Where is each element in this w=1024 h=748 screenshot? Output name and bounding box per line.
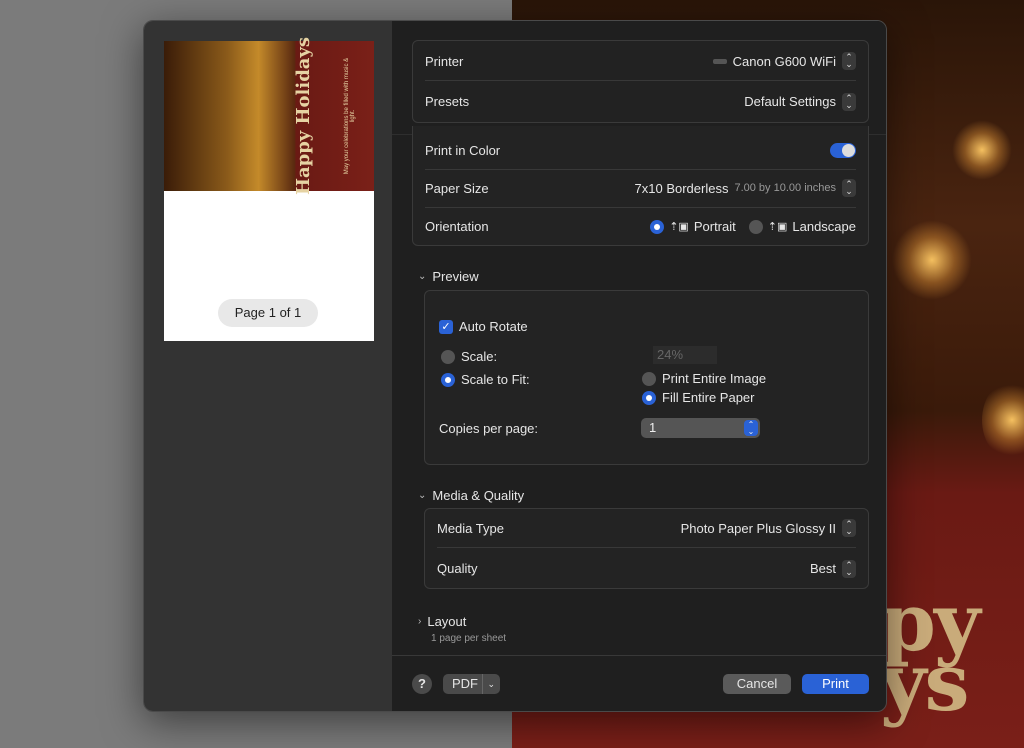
page-indicator: Page 1 of 1 <box>218 299 318 327</box>
printer-icon <box>712 58 727 64</box>
color-toggle[interactable] <box>830 142 856 158</box>
paper-group: Print in Color Paper Size 7x10 Borderles… <box>412 126 869 246</box>
paper-size-row[interactable]: Paper Size 7x10 Borderless 7.00 by 10.00 … <box>425 169 856 208</box>
chevron-down-icon: ⌄ <box>482 674 495 694</box>
media-type-row[interactable]: Media Type Photo Paper Plus Glossy II ⌃ ⌄ <box>437 509 856 548</box>
presets-row[interactable]: Presets Default Settings ⌃ ⌄ <box>425 82 856 121</box>
print-button[interactable]: Print <box>802 674 869 694</box>
chevron-right-icon: › <box>418 616 422 627</box>
card-title: Happy Holidays <box>293 36 314 196</box>
preview-options-group: ✓ Auto Rotate Scale: 24% Scale to Fit: Pr… <box>424 290 869 465</box>
preview-section-title: Preview <box>432 269 479 284</box>
cancel-button[interactable]: Cancel <box>723 674 791 694</box>
color-row: Print in Color <box>425 131 856 170</box>
chevron-down-icon: ⌄ <box>418 490 427 501</box>
checkmark-icon: ✓ <box>439 319 453 334</box>
card-subtitle: May your celebrations be filled with mus… <box>344 57 356 175</box>
copies-label: Copies per page: <box>439 421 539 436</box>
printer-group: Printer Canon G600 WiFi ⌃ ⌄ Presets Defaul… <box>412 40 869 123</box>
media-type-value: Photo Paper Plus Glossy II <box>680 520 836 536</box>
layout-section-title: Layout <box>427 614 467 629</box>
stepper-icon[interactable]: ⌃ ⌄ <box>842 179 856 197</box>
chevron-down-icon: ⌄ <box>418 271 427 282</box>
copies-value: 1 <box>649 420 657 435</box>
scale-to-fit-radio[interactable]: Scale to Fit: <box>441 372 530 387</box>
preview-section-toggle[interactable]: ⌄ Preview <box>418 269 479 284</box>
background-title-fragment: ys <box>880 635 970 729</box>
portrait-icon: ⇡▣ <box>669 221 689 233</box>
layout-summary: 1 page per sheet <box>431 633 507 644</box>
landscape-icon: ⇡▣ <box>767 221 788 233</box>
stepper-icon[interactable]: ⌃ ⌄ <box>842 92 856 111</box>
pdf-menu-button[interactable]: PDF ⌄ <box>443 674 500 694</box>
card-image: Happy Holidays May your celebrations be … <box>164 37 374 195</box>
auto-rotate-checkbox[interactable]: ✓ Auto Rotate <box>439 319 528 334</box>
media-type-label: Media Type <box>437 520 504 536</box>
print-entire-image-label: Print Entire Image <box>662 371 767 386</box>
paper-size-label: Paper Size <box>425 180 489 196</box>
stepper-icon[interactable]: ⌃ ⌄ <box>842 52 856 70</box>
print-dialog: Happy Holidays May your celebrations be … <box>143 20 887 712</box>
pdf-label: PDF <box>452 676 478 691</box>
scale-radio[interactable]: Scale: <box>441 349 497 364</box>
fill-entire-paper-radio[interactable]: Fill Entire Paper <box>642 390 754 405</box>
printer-row[interactable]: Printer Canon G600 WiFi ⌃ ⌄ <box>425 42 856 81</box>
scale-input[interactable]: 24% <box>653 346 717 364</box>
landscape-radio[interactable] <box>748 219 763 234</box>
layout-section-toggle[interactable]: › Layout <box>418 614 466 629</box>
presets-label: Presets <box>425 94 470 109</box>
quality-label: Quality <box>437 561 478 576</box>
copies-per-page-select[interactable]: 1 ⌃ ⌄ <box>641 418 760 438</box>
stepper-icon[interactable]: ⌃ ⌄ <box>842 519 856 537</box>
color-label: Print in Color <box>425 142 501 158</box>
scale-label: Scale: <box>461 349 498 364</box>
printer-label: Printer <box>425 53 464 69</box>
media-group: Media Type Photo Paper Plus Glossy II ⌃ ⌄ … <box>424 508 869 589</box>
fill-entire-paper-label: Fill Entire Paper <box>662 390 755 405</box>
paper-size-value: 7x10 Borderless <box>634 180 729 196</box>
page-preview: Happy Holidays May your celebrations be … <box>164 37 374 341</box>
media-section-toggle[interactable]: ⌄ Media & Quality <box>418 488 524 503</box>
paper-size-detail: 7.00 by 10.00 inches <box>734 182 836 194</box>
orientation-row: Orientation ⇡▣ Portrait ⇡▣ Landscape <box>425 207 856 246</box>
quality-row[interactable]: Quality Best ⌃ ⌄ <box>437 549 856 588</box>
help-button[interactable]: ? <box>412 674 432 694</box>
settings-pane: Printer Canon G600 WiFi ⌃ ⌄ Presets Defaul… <box>392 21 886 711</box>
portrait-radio[interactable] <box>650 219 665 234</box>
stepper-icon[interactable]: ⌃ ⌄ <box>842 559 856 578</box>
auto-rotate-label: Auto Rotate <box>459 319 528 334</box>
orientation-label: Orientation <box>425 219 489 234</box>
stepper-icon: ⌃ ⌄ <box>744 420 758 436</box>
presets-value: Default Settings <box>744 94 836 109</box>
media-section-title: Media & Quality <box>432 488 525 503</box>
scale-to-fit-label: Scale to Fit: <box>461 372 530 387</box>
portrait-label: Portrait <box>693 219 736 234</box>
printer-value: Canon G600 WiFi <box>732 53 836 69</box>
print-entire-image-radio[interactable]: Print Entire Image <box>642 371 766 386</box>
quality-value: Best <box>809 561 836 576</box>
preview-pane: Happy Holidays May your celebrations be … <box>144 21 392 711</box>
landscape-label: Landscape <box>792 219 856 234</box>
